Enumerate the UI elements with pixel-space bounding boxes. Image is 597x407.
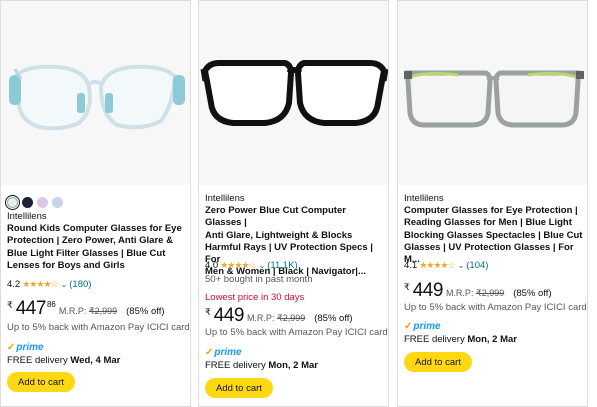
mrp-label: M.R.P: (445, 288, 474, 298)
delivery-prefix: FREE delivery (404, 334, 465, 345)
deal-badge: Lowest price in 30 days (205, 292, 305, 303)
currency-symbol: ₹ (7, 300, 13, 310)
title-line[interactable]: Reading Glasses for Men | Blue Light (404, 217, 583, 229)
delivery-prefix: FREE delivery (7, 355, 68, 366)
rating-value: 4.0 (205, 260, 219, 271)
product-title[interactable]: Round Kids Computer Glasses for Eye Prot… (7, 223, 186, 272)
grey-glasses-image (404, 70, 584, 128)
title-line[interactable]: Blocking Glasses Spectacles | Blue Cut (404, 230, 583, 242)
delivery-prefix: FREE delivery (205, 360, 266, 371)
rating[interactable]: 4.0 ★★★★☆ ⌄ (11.1K) (205, 260, 298, 271)
prime-label: prime (16, 342, 44, 353)
rating[interactable]: 4.1 ★★★★☆ ⌄ (104) (404, 260, 488, 271)
add-to-cart-button[interactable]: Add to cart (205, 378, 273, 398)
rating-count[interactable]: (104) (466, 260, 488, 271)
title-line[interactable]: Zero Power Blue Cut Computer Glasses | (205, 205, 384, 230)
chevron-down-icon[interactable]: ⌄ (458, 261, 465, 270)
delivery-info: FREE delivery Mon, 2 Mar (404, 334, 517, 345)
product-image[interactable] (398, 1, 587, 185)
discount: (85% off) (314, 313, 353, 324)
mrp-value: ₹2,999 (475, 288, 505, 298)
price-row: ₹ 449 M.R.P: ₹2,999 (85% off) (404, 280, 552, 302)
price-whole[interactable]: 449 (214, 305, 245, 327)
title-line[interactable]: Blue Light Filter Glasses | Blue Cut (7, 248, 186, 260)
rating[interactable]: 4.2 ★★★★☆ ⌄ (180) (7, 279, 91, 290)
cashback-offer: Up to 5% back with Amazon Pay ICICI card (7, 322, 190, 333)
swatch-2[interactable] (22, 196, 33, 208)
title-line[interactable]: Lenses for Boys and Girls (7, 260, 186, 272)
prime-badge: ✓prime (205, 347, 242, 358)
add-to-cart-button[interactable]: Add to cart (404, 352, 472, 372)
currency-symbol: ₹ (205, 307, 211, 317)
currency-symbol: ₹ (404, 282, 410, 292)
cashback-offer: Up to 5% back with Amazon Pay ICICI card (205, 327, 388, 338)
mrp: M.R.P: ₹2,999 (446, 288, 504, 299)
title-line[interactable]: Protection | Zero Power, Anti Glare & (7, 235, 186, 247)
title-line[interactable]: Computer Glasses for Eye Protection | (404, 205, 583, 217)
delivery-info: FREE delivery Wed, 4 Mar (7, 355, 120, 366)
price-whole[interactable]: 449 (413, 280, 444, 302)
product-image[interactable] (199, 1, 388, 185)
prime-badge: ✓prime (404, 321, 441, 332)
rating-value: 4.2 (7, 279, 21, 290)
prime-label: prime (413, 321, 441, 332)
star-rating-icon[interactable]: ★★★★☆ (220, 260, 256, 271)
black-glasses-image (200, 60, 388, 126)
swatch-4[interactable] (52, 196, 63, 208)
mrp: M.R.P: ₹2,999 (247, 313, 305, 324)
check-icon: ✓ (404, 321, 413, 332)
delivery-date: Mon, 2 Mar (467, 334, 517, 345)
product-card[interactable]: Intellilens Zero Power Blue Cut Computer… (198, 0, 389, 407)
prime-label: prime (214, 347, 242, 358)
cashback-offer: Up to 5% back with Amazon Pay ICICI card (404, 302, 587, 313)
mrp-label: M.R.P: (246, 313, 275, 323)
delivery-date: Wed, 4 Mar (70, 355, 121, 366)
discount: (85% off) (513, 288, 552, 299)
swatch-1[interactable] (5, 194, 20, 210)
color-swatches (5, 194, 63, 210)
discount: (85% off) (126, 306, 165, 317)
title-line[interactable]: Anti Glare, Lightweight & Blocks (205, 230, 384, 242)
rating-count[interactable]: (180) (69, 279, 91, 290)
prime-badge: ✓prime (7, 342, 44, 353)
chevron-down-icon[interactable]: ⌄ (61, 280, 68, 289)
brand-name: Intellilens (205, 193, 245, 204)
kids-glasses-image (9, 64, 185, 131)
product-card[interactable]: Intellilens Round Kids Computer Glasses … (0, 0, 191, 407)
bought-count: 50+ bought in past month (205, 274, 313, 285)
price-row: ₹ 449 M.R.P: ₹2,999 (85% off) (205, 305, 353, 327)
title-line[interactable]: Round Kids Computer Glasses for Eye (7, 223, 186, 235)
swatch-3[interactable] (37, 196, 48, 208)
delivery-info: FREE delivery Mon, 2 Mar (205, 360, 318, 371)
price-whole[interactable]: 447 (16, 298, 47, 320)
check-icon: ✓ (205, 347, 214, 358)
mrp-value: ₹2,999 (88, 306, 118, 316)
price-row: ₹ 447 86 M.R.P: ₹2,999 (85% off) (7, 298, 165, 320)
chevron-down-icon[interactable]: ⌄ (259, 261, 266, 270)
product-title[interactable]: Computer Glasses for Eye Protection | Re… (404, 205, 583, 266)
brand-name: Intellilens (404, 193, 444, 204)
brand-name: Intellilens (7, 211, 47, 222)
product-image[interactable] (1, 1, 190, 185)
add-to-cart-button[interactable]: Add to cart (7, 372, 75, 392)
price-fraction[interactable]: 86 (47, 300, 56, 309)
mrp: M.R.P: ₹2,999 (59, 306, 117, 317)
delivery-date: Mon, 2 Mar (268, 360, 318, 371)
rating-count[interactable]: (11.1K) (267, 260, 297, 271)
check-icon: ✓ (7, 342, 16, 353)
mrp-label: M.R.P: (58, 306, 87, 316)
star-rating-icon[interactable]: ★★★★☆ (419, 260, 455, 271)
product-card[interactable]: Intellilens Computer Glasses for Eye Pro… (397, 0, 588, 407)
rating-value: 4.1 (404, 260, 418, 271)
mrp-value: ₹2,999 (276, 313, 306, 323)
star-rating-icon[interactable]: ★★★★☆ (22, 279, 58, 290)
